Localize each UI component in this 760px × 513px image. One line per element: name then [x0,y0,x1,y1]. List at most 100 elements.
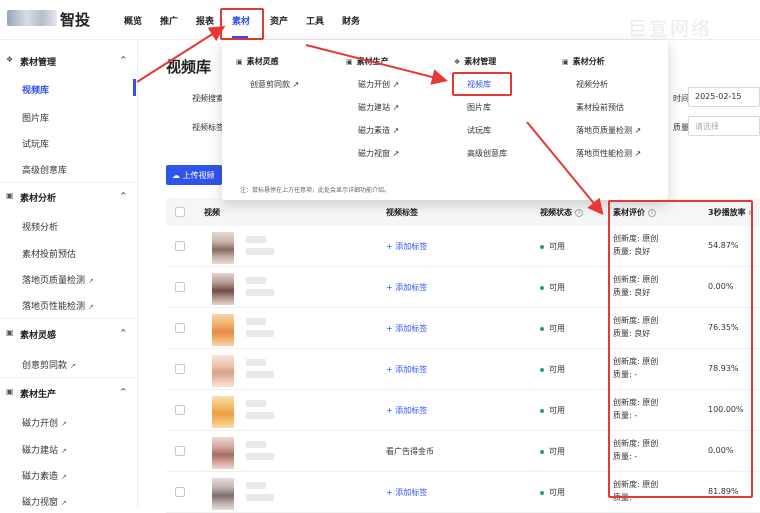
external-link-icon: ↗ [70,362,76,370]
dropdown-header-label: 素材生产 [356,57,389,66]
logo-image [7,10,57,26]
top-nav-bar: 智投 概览 推广 报表 素材 资产 工具 财务 巨宣网络 [0,0,760,40]
video-name-blur [246,236,266,243]
sidebar-item-pre-estimate[interactable]: 素材投前预估 [22,247,76,260]
sidebar-item-label: 磁力视窗 [22,498,59,508]
logo-text: 智投 [60,11,91,29]
row-status: 可用 [540,282,565,293]
video-id-blur [246,494,274,501]
sidebar-item-video-analysis[interactable]: 视频分析 [22,220,58,233]
video-thumbnail[interactable] [212,355,234,387]
filter-label-quality: 质量 [673,123,689,132]
select-all-checkbox[interactable] [175,207,185,217]
sidebar-item-landing-performance[interactable]: 落地页性能检测 ↗ [22,299,94,312]
nav-overview[interactable]: 概览 [124,14,142,27]
dropdown-item-creative-clone[interactable]: 创意剪同款 ↗ [250,79,299,90]
video-thumbnail[interactable] [212,478,234,510]
video-thumbnail[interactable] [212,273,234,305]
dropdown-item-pre-estimate[interactable]: 素材投前预估 [576,102,624,113]
video-name-blur [246,482,266,489]
dropdown-item-cili-create[interactable]: 磁力开创 ↗ [358,79,399,90]
row-tag[interactable]: + 添加标签 [386,405,427,416]
sidebar-item-cili-create[interactable]: 磁力开创 ↗ [22,416,67,429]
row-checkbox[interactable] [175,241,185,251]
sidebar-item-playable-library[interactable]: 试玩库 [22,137,49,150]
video-thumbnail[interactable] [212,232,234,264]
sidebar-item-creative-clone[interactable]: 创意剪同款 ↗ [22,358,76,371]
dropdown-item-landing-performance[interactable]: 落地页性能检测 ↗ [576,148,641,159]
row-status: 可用 [540,323,565,334]
status-dot [540,326,544,331]
nav-assets[interactable]: 资产 [270,14,288,27]
filter-label-tags: 视频标签 [192,123,224,132]
sidebar-item-label: 创意剪同款 [22,361,68,371]
row-tag[interactable]: + 添加标签 [386,487,427,498]
chevron-up-icon: ^ [120,191,127,200]
video-name-blur [246,441,266,448]
sidebar-item-advanced-creative[interactable]: 高级创意库 [22,163,67,176]
row-checkbox[interactable] [175,282,185,292]
video-id-blur [246,412,274,419]
sidebar-item-label: 磁力建站 [22,446,59,456]
upload-video-button[interactable]: ☁ 上传视频 [166,165,222,185]
status-label: 可用 [549,324,565,333]
nav-promotion[interactable]: 推广 [160,14,178,27]
dropdown-item-advanced-creative[interactable]: 高级创意库 [467,148,507,159]
row-tag[interactable]: + 添加标签 [386,241,427,252]
sidebar-group-label: 素材灵感 [20,331,57,341]
row-tag[interactable]: + 添加标签 [386,282,427,293]
dropdown-item-video-analysis[interactable]: 视频分析 [576,79,608,90]
row-checkbox[interactable] [175,405,185,415]
dropdown-header-label: 素材分析 [572,57,605,66]
sidebar-divider [0,318,138,319]
dropdown-item-image-library[interactable]: 图片库 [467,102,491,113]
row-checkbox[interactable] [175,323,185,333]
date-range-input[interactable]: 2025-02-15 [688,87,760,107]
sidebar-item-cili-site[interactable]: 磁力建站 ↗ [22,443,67,456]
dropdown-item-playable-library[interactable]: 试玩库 [467,125,491,136]
chart-icon: ▣ [6,191,14,200]
video-name-blur [246,359,266,366]
status-label: 可用 [549,242,565,251]
row-checkbox[interactable] [175,364,185,374]
info-icon[interactable]: i [575,208,583,217]
dropdown-item-landing-quality[interactable]: 落地页质量检测 ↗ [576,125,641,136]
nav-tools[interactable]: 工具 [306,14,324,27]
dropdown-item-cili-window[interactable]: 磁力视窗 ↗ [358,148,399,159]
sidebar-item-landing-quality[interactable]: 落地页质量检测 ↗ [22,273,94,286]
dropdown-item-cili-site[interactable]: 磁力建站 ↗ [358,102,399,113]
sidebar-item-cili-window[interactable]: 磁力视窗 ↗ [22,495,67,508]
dropdown-item-cili-material[interactable]: 磁力素造 ↗ [358,125,399,136]
sidebar-item-video-library[interactable]: 视频库 [22,83,49,96]
video-thumbnail[interactable] [212,314,234,346]
sidebar-item-label: 磁力素造 [22,472,59,482]
sidebar-item-cili-material[interactable]: 磁力素造 ↗ [22,469,67,482]
video-id-blur [246,248,274,255]
video-thumbnail[interactable] [212,396,234,428]
quality-select[interactable]: 请选择 [688,116,760,136]
nav-reports[interactable]: 报表 [196,14,214,27]
sidebar-divider [0,182,138,183]
sidebar-item-label: 磁力开创 [22,419,59,429]
bulb-icon: ▣ [6,328,14,337]
filter-label-search: 视频搜索 [192,94,224,103]
material-dropdown-menu: ▣ 素材灵感 创意剪同款 ↗ ▣ 素材生产 磁力开创 ↗ 磁力建站 ↗ 磁力素造 ↗… [222,40,668,200]
header-video: 视频 [204,208,220,217]
video-id-blur [246,453,274,460]
video-thumbnail[interactable] [212,437,234,469]
row-checkbox[interactable] [175,487,185,497]
sidebar-group-label: 素材分析 [20,194,57,204]
row-tag[interactable]: + 添加标签 [386,364,427,375]
row-status: 可用 [540,487,565,498]
nav-finance[interactable]: 财务 [342,14,360,27]
row-tag[interactable]: 看广告得金币 [386,446,434,457]
dropdown-header-production: ▣ 素材生产 [346,56,389,67]
video-id-blur [246,330,274,337]
sidebar-item-image-library[interactable]: 图片库 [22,111,49,124]
dropdown-header-management: ❖ 素材管理 [454,56,496,67]
row-checkbox[interactable] [175,446,185,456]
row-tag[interactable]: + 添加标签 [386,323,427,334]
sidebar-active-indicator [133,79,136,96]
status-dot [540,490,544,495]
bulb-icon: ▣ [236,58,243,66]
